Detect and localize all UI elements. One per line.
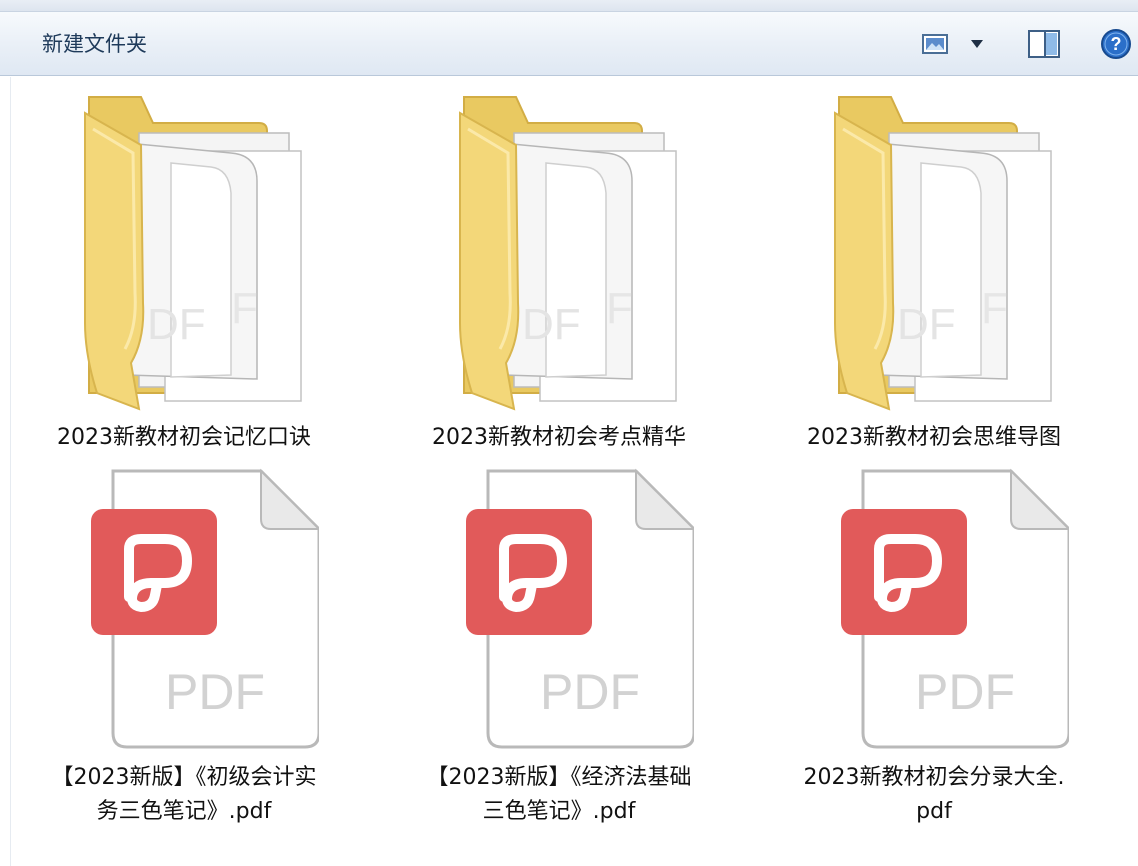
svg-text:F: F bbox=[231, 284, 258, 333]
view-options-dropdown[interactable] bbox=[962, 26, 992, 62]
change-view-button[interactable] bbox=[912, 26, 958, 62]
folder-icon: DF F bbox=[459, 96, 677, 411]
file-name-line: 【2023新版】《经济法基础 bbox=[426, 765, 692, 790]
preview-pane-button[interactable] bbox=[1020, 26, 1068, 62]
folder-icon: DF F bbox=[84, 96, 302, 411]
pdf-file-item[interactable]: PDF 2023新教材初会分录大全. pdf bbox=[769, 465, 1099, 845]
file-name-line: 2023新教材初会分录大全. bbox=[803, 765, 1065, 790]
pdf-file-item[interactable]: PDF 【2023新版】《初级会计实 务三色笔记》.pdf bbox=[19, 465, 349, 845]
view-icon bbox=[922, 34, 948, 54]
window-top-edge bbox=[0, 0, 1138, 12]
new-folder-button[interactable]: 新建文件夹 bbox=[28, 26, 161, 62]
svg-text:DF: DF bbox=[147, 300, 206, 349]
svg-text:F: F bbox=[606, 284, 633, 333]
file-list: DF F 2023新教材初会记忆口诀 DF F 2023新教材初会考点精华 DF… bbox=[10, 77, 1138, 866]
pdf-file-name: 【2023新版】《经济法基础 三色笔记》.pdf bbox=[394, 761, 724, 829]
help-icon: ? bbox=[1101, 29, 1131, 59]
preview-pane-icon bbox=[1028, 30, 1060, 58]
pdf-file-item[interactable]: PDF 【2023新版】《经济法基础 三色笔记》.pdf bbox=[394, 465, 724, 845]
svg-text:F: F bbox=[981, 284, 1008, 333]
pdf-file-name: 2023新教材初会分录大全. pdf bbox=[769, 761, 1099, 829]
folder-name: 2023新教材初会思维导图 bbox=[807, 425, 1061, 450]
pdf-file-name: 【2023新版】《初级会计实 务三色笔记》.pdf bbox=[19, 761, 349, 829]
folder-item[interactable]: DF F 2023新教材初会记忆口诀 bbox=[19, 93, 349, 463]
pdf-icon-text: PDF bbox=[540, 664, 640, 720]
chevron-down-icon bbox=[971, 40, 983, 48]
file-name-line: 务三色笔记》.pdf bbox=[96, 799, 272, 824]
svg-text:DF: DF bbox=[522, 300, 581, 349]
svg-text:DF: DF bbox=[897, 300, 956, 349]
file-name-line: pdf bbox=[916, 799, 952, 824]
folder-item[interactable]: DF F 2023新教材初会思维导图 bbox=[769, 93, 1099, 463]
pdf-icon-text: PDF bbox=[165, 664, 265, 720]
pdf-file-icon: PDF bbox=[91, 468, 319, 749]
pdf-file-icon: PDF bbox=[841, 468, 1069, 749]
folder-item[interactable]: DF F 2023新教材初会考点精华 bbox=[394, 93, 724, 463]
folder-name: 2023新教材初会考点精华 bbox=[432, 425, 686, 450]
pdf-file-icon: PDF bbox=[466, 468, 694, 749]
file-name-line: 三色笔记》.pdf bbox=[482, 799, 636, 824]
help-button[interactable]: ? bbox=[1094, 26, 1138, 62]
folder-name: 2023新教材初会记忆口诀 bbox=[57, 425, 311, 450]
folder-icon: DF F bbox=[834, 96, 1052, 411]
pdf-icon-text: PDF bbox=[915, 664, 1015, 720]
toolbar: 新建文件夹 ? bbox=[0, 12, 1138, 76]
svg-text:?: ? bbox=[1111, 34, 1122, 54]
file-name-line: 【2023新版】《初级会计实 bbox=[51, 765, 317, 790]
